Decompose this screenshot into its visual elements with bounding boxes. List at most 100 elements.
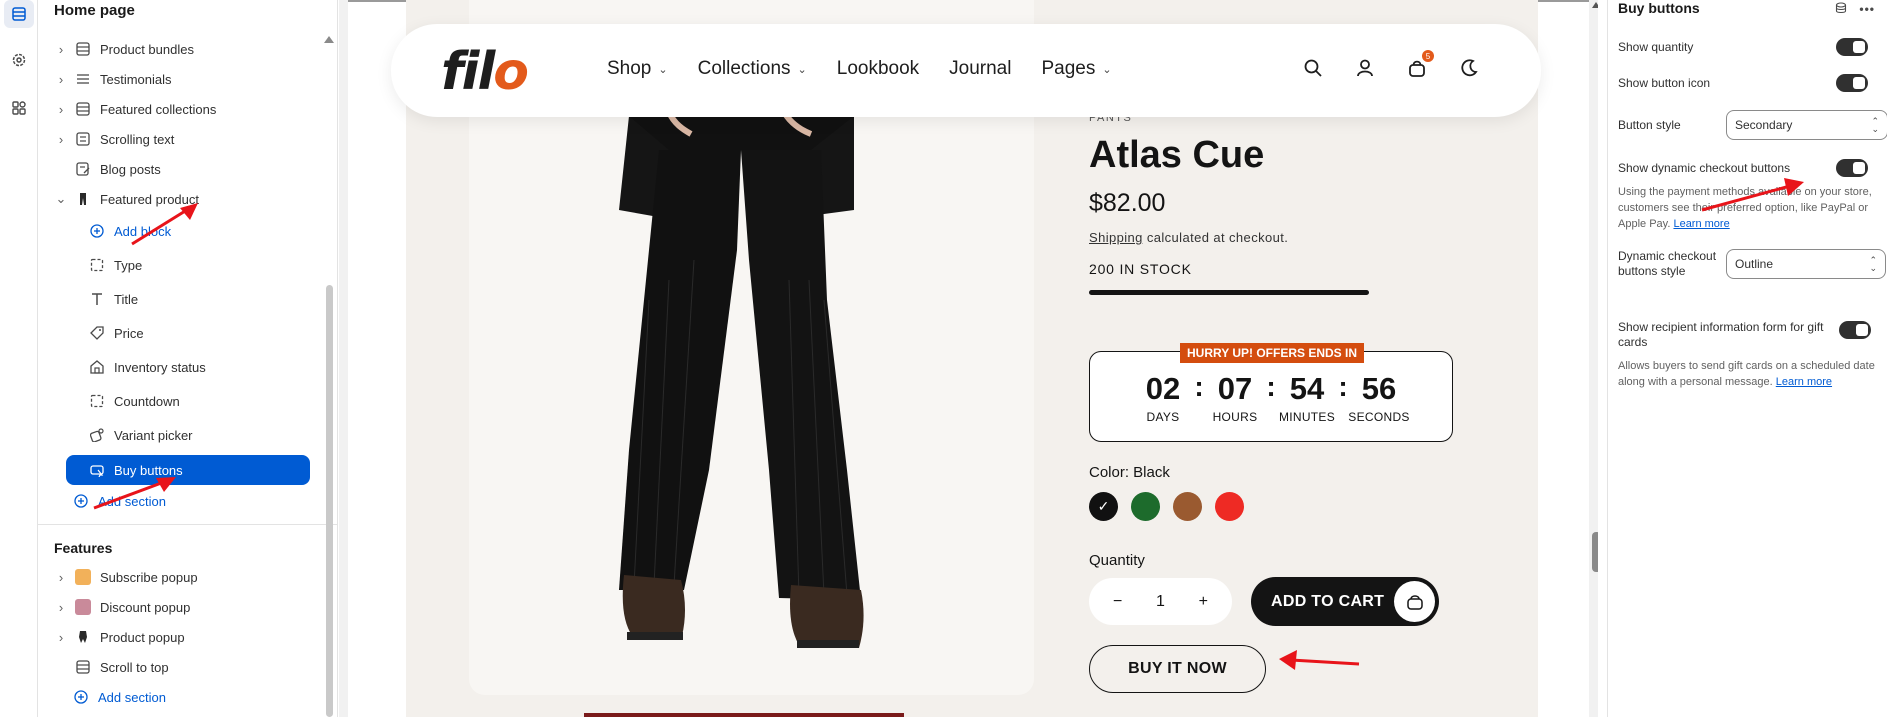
shipping-link[interactable]: Shipping [1089,230,1143,245]
features-heading: Features [54,540,113,556]
inventory-icon [88,358,106,376]
swatch-red[interactable] [1215,492,1244,521]
learn-more-link[interactable]: Learn more [1776,376,1832,388]
dashed-square-icon [88,392,106,410]
block-settings-panel: Buy buttons ••• Show quantity Show butto… [1607,0,1887,717]
plus-icon[interactable]: + [1199,593,1208,611]
quantity-label: Quantity [1089,552,1145,569]
shipping-note: Shipping calculated at checkout. [1089,230,1509,245]
minus-icon[interactable]: − [1113,593,1122,611]
sidebar-item-testimonials[interactable]: › Testimonials [54,66,172,92]
block-item-label: Countdown [114,393,180,409]
add-to-cart-button[interactable]: ADD TO CART [1251,577,1439,626]
learn-more-link[interactable]: Learn more [1673,218,1729,230]
preview-scroll-up[interactable] [1592,2,1598,8]
sidebar-item-label: Testimonials [100,71,172,87]
apps-nav-button[interactable] [4,94,34,122]
chevron-right-icon[interactable]: › [54,132,68,147]
swatch-black[interactable]: ✓ [1089,492,1118,521]
chevron-right-icon[interactable]: › [54,102,68,117]
apps-icon [12,101,26,115]
theme-editor: Home page › Product bundles › Testimonia… [0,0,1887,717]
chevron-right-icon[interactable]: › [54,630,68,645]
sidebar-item-label: Product bundles [100,41,194,57]
menu-item-journal[interactable]: Journal [949,58,1011,80]
cart-icon[interactable]: 5 [1405,50,1434,80]
store-header: filo Shop ⌄ Collections ⌄ Lookbook Journal… [391,24,1541,117]
chevron-right-icon[interactable]: › [54,600,68,615]
setting-show-button-icon: Show button icon [1618,74,1884,92]
list-icon [74,70,92,88]
chevron-down-icon: ⌄ [1102,63,1112,76]
sidebar-item-label: Featured collections [100,101,217,117]
block-item-variant-picker[interactable]: Variant picker [88,422,193,448]
block-item-countdown[interactable]: Countdown [88,388,180,414]
show-button-icon-toggle[interactable] [1836,74,1868,92]
sidebar-item-blog-posts[interactable]: Blog posts [74,156,161,182]
thumbnail-icon [74,568,92,586]
search-icon[interactable] [1301,56,1325,80]
swatch-green[interactable] [1131,492,1160,521]
text-block-icon [74,130,92,148]
countdown-value: 54 [1289,371,1325,406]
recipient-help: Allows buyers to send gift cards on a sc… [1618,358,1880,390]
preview-scrollbar[interactable] [1592,532,1598,572]
sidebar-item-label: Discount popup [100,599,191,615]
menu-item-collections[interactable]: Collections ⌄ [698,58,807,80]
countdown-label: SECONDS [1348,410,1410,424]
title-icon [88,290,106,308]
annotation-arrow [93,477,176,510]
setting-label: Dynamic checkout buttons style [1618,249,1717,278]
sidebar-item-subscribe-popup[interactable]: › Subscribe popup [54,564,198,590]
sidebar-item-discount-popup[interactable]: › Discount popup [54,594,190,620]
sidebar-item-featured-collections[interactable]: › Featured collections [54,96,217,122]
block-item-label: Variant picker [114,427,193,443]
block-item-label: Type [114,257,143,273]
quantity-value[interactable]: 1 [1156,593,1165,611]
features-add-section-button[interactable]: Add section [72,684,166,710]
annotation-arrow [1701,178,1804,212]
swatch-brown[interactable] [1173,492,1202,521]
block-item-inventory-status[interactable]: Inventory status [88,354,206,380]
account-icon[interactable] [1353,56,1377,80]
sections-nav-button[interactable] [4,0,34,28]
buy-it-now-button[interactable]: BUY IT NOW [1089,645,1266,693]
show-recipient-toggle[interactable] [1839,321,1871,339]
block-item-title[interactable]: Title [88,286,138,312]
help-text: Allows buyers to send gift cards on a sc… [1618,360,1875,388]
menu-item-shop[interactable]: Shop ⌄ [607,58,668,80]
chevron-right-icon[interactable]: › [54,72,68,87]
bag-icon [1394,581,1435,622]
sidebar-item-product-bundles[interactable]: › Product bundles [54,36,194,62]
chevron-right-icon[interactable]: › [54,570,68,585]
show-dynamic-checkout-toggle[interactable] [1836,159,1868,177]
more-options-icon[interactable]: ••• [1859,2,1875,17]
layout-icon [74,658,92,676]
sidebar-scrollbar[interactable] [326,285,333,717]
sidebar-item-scrolling-text[interactable]: › Scrolling text [54,126,175,152]
shipping-text: calculated at checkout. [1142,230,1289,245]
theme-settings-nav-button[interactable] [4,46,34,74]
button-style-select[interactable]: Secondary ⌃ ⌄ [1726,110,1887,140]
product-icon [74,190,92,208]
scroll-up-arrow[interactable] [324,36,334,43]
database-icon[interactable] [1835,2,1847,17]
chevron-right-icon[interactable]: › [54,42,68,57]
countdown-separator: : [1266,371,1276,402]
menu-item-pages[interactable]: Pages ⌄ [1041,58,1111,80]
sidebar-item-scroll-to-top[interactable]: Scroll to top [74,654,169,680]
menu-item-lookbook[interactable]: Lookbook [837,58,919,80]
countdown-days: 02 DAYS [1132,372,1194,425]
dynamic-style-select[interactable]: Outline ⌃ ⌄ [1726,249,1886,279]
block-item-price[interactable]: Price [88,320,144,346]
add-circle-icon [88,222,106,240]
chevron-down-icon[interactable]: ⌄ [54,191,68,206]
block-item-type[interactable]: Type [88,252,142,278]
sidebar-item-label: Scrolling text [100,131,175,147]
storefront-preview: PANTS Atlas Cue $82.00 Shipping calculat… [339,0,1598,717]
show-quantity-toggle[interactable] [1836,38,1868,56]
sidebar-item-label: Blog posts [100,161,161,177]
dark-mode-icon[interactable] [1457,56,1481,80]
store-logo[interactable]: filo [441,42,529,102]
sidebar-item-product-popup[interactable]: › Product popup [54,624,185,650]
